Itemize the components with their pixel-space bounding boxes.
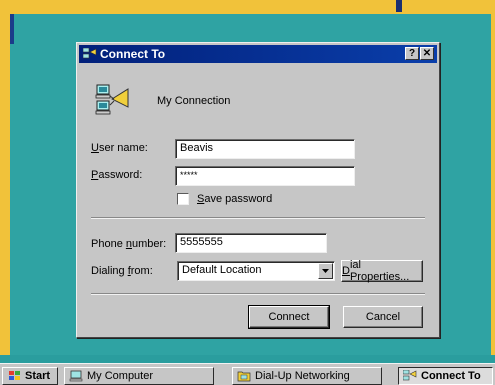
save-password-text: ave password	[204, 193, 273, 205]
taskbar-item-dialup-networking[interactable]: Dial-Up Networking	[232, 367, 382, 385]
phone-label-text: umber:	[132, 238, 167, 250]
dropdown-arrow-icon[interactable]	[318, 263, 333, 279]
start-label: Start	[25, 370, 51, 382]
dialing-from-select[interactable]: Default Location	[177, 261, 335, 281]
dialing-from-value: Default Location	[182, 264, 262, 276]
username-input[interactable]: Beavis	[175, 139, 355, 159]
dialing-from-label: Dialing from:	[91, 265, 153, 277]
separator-bottom	[91, 293, 425, 295]
connection-icon	[95, 83, 131, 117]
windows-flag-icon	[7, 370, 21, 382]
frame-accent-top	[396, 0, 402, 12]
separator-top	[91, 217, 425, 219]
start-button[interactable]: Start	[2, 367, 58, 385]
phone-label-pre: Phone	[91, 238, 126, 250]
dialing-label-pre: Dialing	[91, 265, 128, 277]
connect-to-dialog: Connect To ? ✕ My Connection User name: …	[76, 42, 440, 338]
username-label-text: ser name:	[98, 142, 148, 154]
dialup-folder-icon	[237, 370, 251, 382]
cancel-button[interactable]: Cancel	[343, 306, 423, 328]
taskbar-item-label: Dial-Up Networking	[255, 370, 350, 382]
help-button[interactable]: ?	[405, 47, 419, 60]
taskbar-item-connect-to[interactable]: Connect To	[398, 367, 493, 385]
page-frame-right	[491, 0, 495, 355]
save-password-label[interactable]: Save password	[197, 193, 272, 205]
computer-icon	[69, 370, 83, 382]
taskbar-item-label: Connect To	[421, 370, 481, 382]
password-input[interactable]: *****	[175, 166, 355, 186]
page-frame-left	[0, 0, 10, 355]
password-label: Password:	[91, 169, 142, 181]
close-button[interactable]: ✕	[420, 47, 434, 60]
connect-button[interactable]: Connect	[248, 305, 330, 329]
phone-number-input[interactable]: 5555555	[175, 233, 327, 253]
taskbar-item-label: My Computer	[87, 370, 154, 382]
dialing-label-text: rom:	[130, 265, 153, 277]
frame-accent-left	[10, 14, 14, 44]
username-label: User name:	[91, 142, 148, 154]
connection-name: My Connection	[157, 95, 231, 107]
dial-properties-accel: D	[342, 265, 350, 277]
dial-properties-button[interactable]: Dial Properties...	[341, 259, 423, 283]
dialog-titlebar[interactable]: Connect To ? ✕	[79, 45, 437, 63]
dialup-icon	[83, 48, 97, 60]
password-label-text: assword:	[98, 169, 143, 181]
page-frame-top	[0, 0, 495, 14]
phone-number-label: Phone number:	[91, 238, 166, 250]
save-password-checkbox[interactable]	[177, 193, 189, 205]
dial-properties-text: ial Properties...	[349, 259, 410, 283]
dialup-icon	[402, 369, 417, 382]
taskbar-item-my-computer[interactable]: My Computer	[64, 367, 214, 385]
dialog-title: Connect To	[100, 47, 166, 61]
taskbar: Start My Computer Dial-Up Networking Con…	[0, 363, 495, 385]
username-label-accel: U	[91, 142, 99, 154]
